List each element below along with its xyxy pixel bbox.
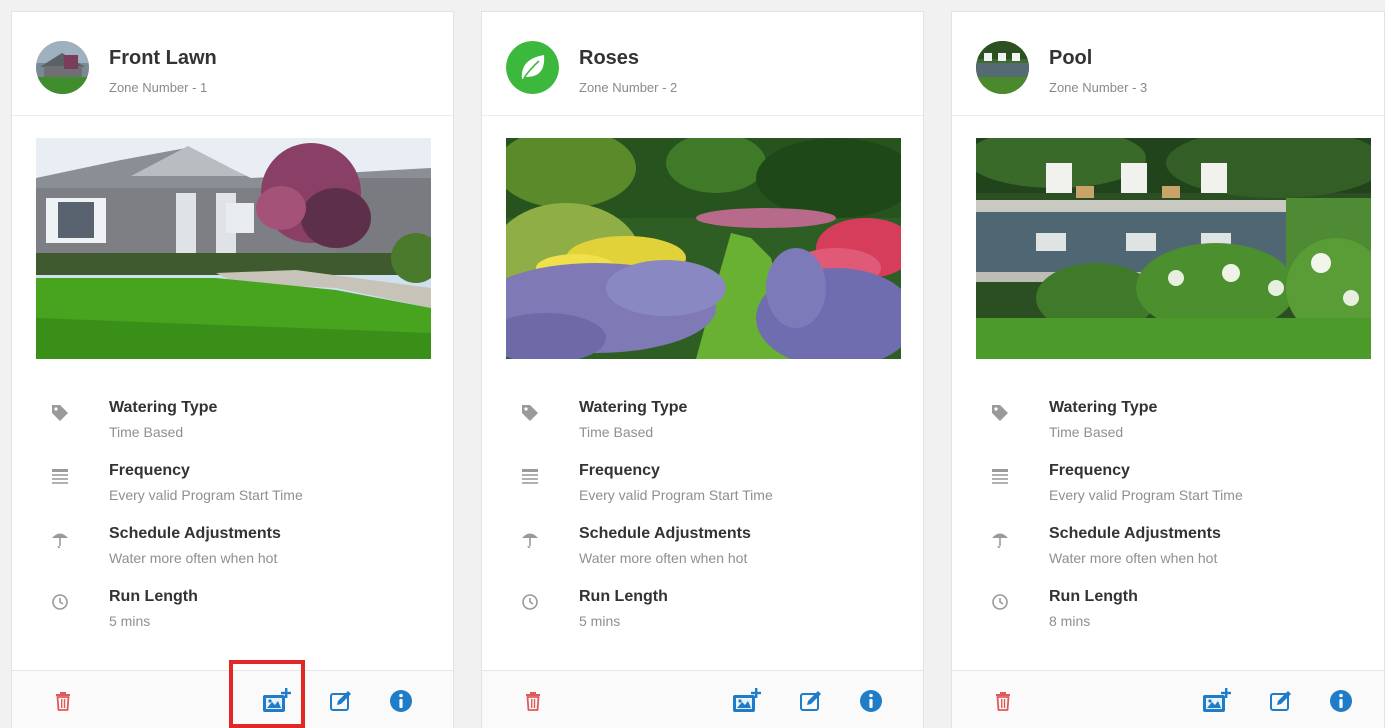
property-frequency: Frequency Every valid Program Start Time xyxy=(506,460,906,523)
add-image-button[interactable] xyxy=(1202,686,1232,716)
property-title: Watering Type xyxy=(109,399,218,416)
zone-properties: Watering Type Time Based Frequency Every… xyxy=(976,397,1376,649)
zone-avatar xyxy=(36,41,89,94)
property-title: Frequency xyxy=(109,462,190,479)
zone-properties: Watering Type Time Based Frequency Every… xyxy=(506,397,906,649)
zone-name: Front Lawn xyxy=(109,47,217,69)
zone-info-button[interactable] xyxy=(1326,686,1356,716)
property-value: Time Based xyxy=(109,424,184,440)
property-run-length: Run Length 8 mins xyxy=(976,586,1376,649)
edit-zone-button[interactable] xyxy=(796,686,826,716)
zones-page: Front Lawn Zone Number - 1 Watering Type… xyxy=(0,0,1385,728)
delete-zone-button[interactable] xyxy=(48,686,78,716)
property-value: 8 mins xyxy=(1049,613,1091,629)
zone-properties: Watering Type Time Based Frequency Every… xyxy=(36,397,436,649)
property-title: Frequency xyxy=(579,462,660,479)
add-image-button[interactable] xyxy=(732,686,762,716)
property-schedule-adjustments: Schedule Adjustments Water more often wh… xyxy=(976,523,1376,586)
property-schedule-adjustments: Schedule Adjustments Water more often wh… xyxy=(506,523,906,586)
zone-photo xyxy=(976,138,1371,359)
property-title: Schedule Adjustments xyxy=(1049,525,1221,542)
zone-number: Zone Number - 1 xyxy=(109,80,208,95)
property-watering-type: Watering Type Time Based xyxy=(506,397,906,460)
zone-info-button[interactable] xyxy=(386,686,416,716)
umbrella-icon xyxy=(992,533,1008,549)
edit-icon xyxy=(1270,691,1291,711)
property-title: Schedule Adjustments xyxy=(109,525,281,542)
zone-card-roses: Roses Zone Number - 2 Watering Type Time… xyxy=(481,11,924,728)
edit-zone-button[interactable] xyxy=(326,686,356,716)
zone-card-pool: Pool Zone Number - 3 Watering Type Time … xyxy=(951,11,1385,728)
calendar-icon xyxy=(52,469,68,484)
zone-card-header: Pool Zone Number - 3 xyxy=(952,12,1384,116)
edit-icon xyxy=(800,691,821,711)
zone-photo xyxy=(506,138,901,359)
property-value: 5 mins xyxy=(109,613,151,629)
zone-card-header: Roses Zone Number - 2 xyxy=(482,12,923,116)
property-watering-type: Watering Type Time Based xyxy=(36,397,436,460)
trash-icon xyxy=(996,692,1010,711)
zone-card-footer xyxy=(482,670,923,728)
property-value: Every valid Program Start Time xyxy=(1049,487,1243,503)
property-title: Schedule Adjustments xyxy=(579,525,751,542)
clock-icon xyxy=(52,594,68,610)
property-title: Run Length xyxy=(1049,588,1138,605)
add-image-icon xyxy=(1203,688,1231,712)
property-title: Run Length xyxy=(109,588,198,605)
property-value: Water more often when hot xyxy=(579,550,748,566)
add-image-icon xyxy=(733,688,761,712)
highlight-box xyxy=(229,660,305,728)
property-value: 5 mins xyxy=(579,613,621,629)
delete-zone-button[interactable] xyxy=(518,686,548,716)
zone-card-front-lawn: Front Lawn Zone Number - 1 Watering Type… xyxy=(11,11,454,728)
property-value: Every valid Program Start Time xyxy=(579,487,773,503)
trash-icon xyxy=(56,692,70,711)
zone-number: Zone Number - 3 xyxy=(1049,80,1148,95)
property-frequency: Frequency Every valid Program Start Time xyxy=(36,460,436,523)
clock-icon xyxy=(992,594,1008,610)
edit-zone-button[interactable] xyxy=(1266,686,1296,716)
property-value: Time Based xyxy=(579,424,654,440)
zone-photo xyxy=(36,138,431,359)
property-value: Water more often when hot xyxy=(109,550,278,566)
zone-info-button[interactable] xyxy=(856,686,886,716)
tag-icon xyxy=(992,405,1008,421)
calendar-icon xyxy=(992,469,1008,484)
zone-number: Zone Number - 2 xyxy=(579,80,678,95)
trash-icon xyxy=(526,692,540,711)
info-icon xyxy=(1330,690,1352,712)
info-icon xyxy=(860,690,882,712)
edit-icon xyxy=(330,691,351,711)
property-frequency: Frequency Every valid Program Start Time xyxy=(976,460,1376,523)
property-value: Water more often when hot xyxy=(1049,550,1218,566)
zone-card-header: Front Lawn Zone Number - 1 xyxy=(12,12,453,116)
tag-icon xyxy=(522,405,538,421)
info-icon xyxy=(390,690,412,712)
zone-card-footer xyxy=(952,670,1384,728)
calendar-icon xyxy=(522,469,538,484)
property-title: Frequency xyxy=(1049,462,1130,479)
property-value: Every valid Program Start Time xyxy=(109,487,303,503)
property-value: Time Based xyxy=(1049,424,1124,440)
zone-name: Pool xyxy=(1049,47,1093,69)
delete-zone-button[interactable] xyxy=(988,686,1018,716)
property-watering-type: Watering Type Time Based xyxy=(976,397,1376,460)
property-schedule-adjustments: Schedule Adjustments Water more often wh… xyxy=(36,523,436,586)
zone-avatar xyxy=(506,41,559,94)
property-run-length: Run Length 5 mins xyxy=(36,586,436,649)
property-title: Watering Type xyxy=(579,399,688,416)
umbrella-icon xyxy=(522,533,538,549)
tag-icon xyxy=(52,405,68,421)
clock-icon xyxy=(522,594,538,610)
property-run-length: Run Length 5 mins xyxy=(506,586,906,649)
zone-avatar xyxy=(976,41,1029,94)
zone-name: Roses xyxy=(579,47,640,69)
property-title: Run Length xyxy=(579,588,668,605)
umbrella-icon xyxy=(52,533,68,549)
property-title: Watering Type xyxy=(1049,399,1158,416)
